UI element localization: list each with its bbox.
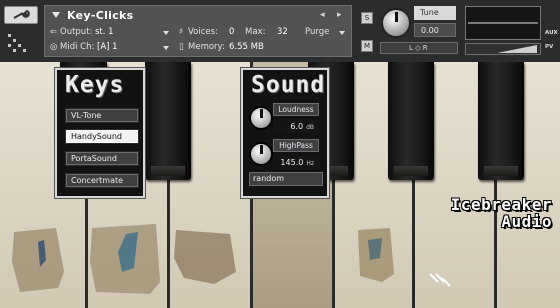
brand-ice-icon [429, 273, 451, 287]
collapse-icon[interactable] [6, 32, 30, 54]
midi-dropdown-arrow-icon[interactable] [163, 46, 169, 50]
keys-option-vl-tone[interactable]: VL-Tone [65, 108, 139, 123]
instrument-name[interactable]: Key-Clicks [67, 9, 134, 22]
brand-line-2: Audio [501, 212, 552, 231]
mute-button[interactable]: M [361, 40, 373, 52]
solo-button[interactable]: S [361, 12, 373, 24]
output-dropdown-arrow-icon[interactable] [163, 31, 169, 35]
loudness-value[interactable]: 6.0 dB [273, 120, 319, 133]
output-label: Output: [60, 27, 93, 37]
aux-button[interactable]: AUX [545, 30, 558, 36]
random-select[interactable]: random [249, 172, 323, 186]
max-voices-label: Max: [245, 27, 266, 37]
keys-option-portasound[interactable]: PortaSound [65, 151, 139, 166]
next-instrument-arrow[interactable]: ▸ [337, 10, 342, 20]
volume-slider[interactable] [465, 43, 541, 55]
pan-label: L ◇ R [409, 44, 428, 52]
output-icon: ⇐ [50, 27, 58, 37]
instrument-options-button[interactable] [4, 6, 38, 24]
voices-icon: ♯ [179, 27, 184, 37]
purge-dropdown-arrow-icon[interactable] [339, 31, 345, 35]
midi-icon: ◎ [50, 42, 58, 52]
wrench-icon [13, 9, 30, 19]
brand-line-1: Icebreaker [450, 195, 552, 214]
sound-panel: Sound Loudness 6.0 dB HighPass 145.0 Hz ra… [241, 68, 329, 198]
brand-logo: Icebreaker Audio [426, 196, 552, 230]
max-voices-value[interactable]: 32 [277, 27, 288, 37]
highpass-label: HighPass [273, 139, 319, 152]
loudness-label: Loudness [273, 103, 319, 116]
memory-icon: ▯ [179, 42, 184, 52]
keys-panel-title: Keys [65, 72, 125, 98]
keys-option-handysound[interactable]: HandySound [65, 129, 139, 144]
midi-channel-select[interactable]: [A] 1 [97, 42, 118, 52]
prev-instrument-arrow[interactable]: ◂ [320, 10, 325, 20]
memory-value: 6.55 MB [229, 42, 264, 52]
voices-value: 0 [229, 27, 235, 37]
keys-option-concertmate[interactable]: Concertmate [65, 173, 139, 188]
purge-button[interactable]: Purge [305, 27, 329, 37]
level-meter [465, 6, 541, 40]
instrument-info-panel: Key-Clicks ◂ ▸ ⇐ Output: st. 1 ♯ Voices:… [44, 5, 352, 57]
highpass-knob[interactable] [249, 142, 273, 166]
sound-panel-title: Sound [251, 72, 326, 98]
loudness-knob[interactable] [249, 106, 273, 130]
pan-slider[interactable]: L ◇ R [380, 42, 458, 54]
midi-channel-label: Midi Ch: [60, 42, 95, 52]
tune-knob[interactable] [381, 8, 411, 38]
keys-panel: Keys VL-Tone HandySound PortaSound Conce… [55, 68, 145, 198]
voices-label: Voices: [188, 27, 218, 37]
pv-button[interactable]: PV [545, 44, 553, 50]
highpass-value[interactable]: 145.0 Hz [273, 156, 319, 169]
instrument-header: Key-Clicks ◂ ▸ ⇐ Output: st. 1 ♯ Voices:… [0, 0, 560, 62]
tune-label: Tune [414, 6, 456, 20]
memory-label: Memory: [188, 42, 225, 52]
instrument-menu-triangle-icon[interactable] [52, 12, 60, 18]
tune-value[interactable]: 0.00 [414, 23, 456, 37]
output-select[interactable]: st. 1 [95, 27, 114, 37]
